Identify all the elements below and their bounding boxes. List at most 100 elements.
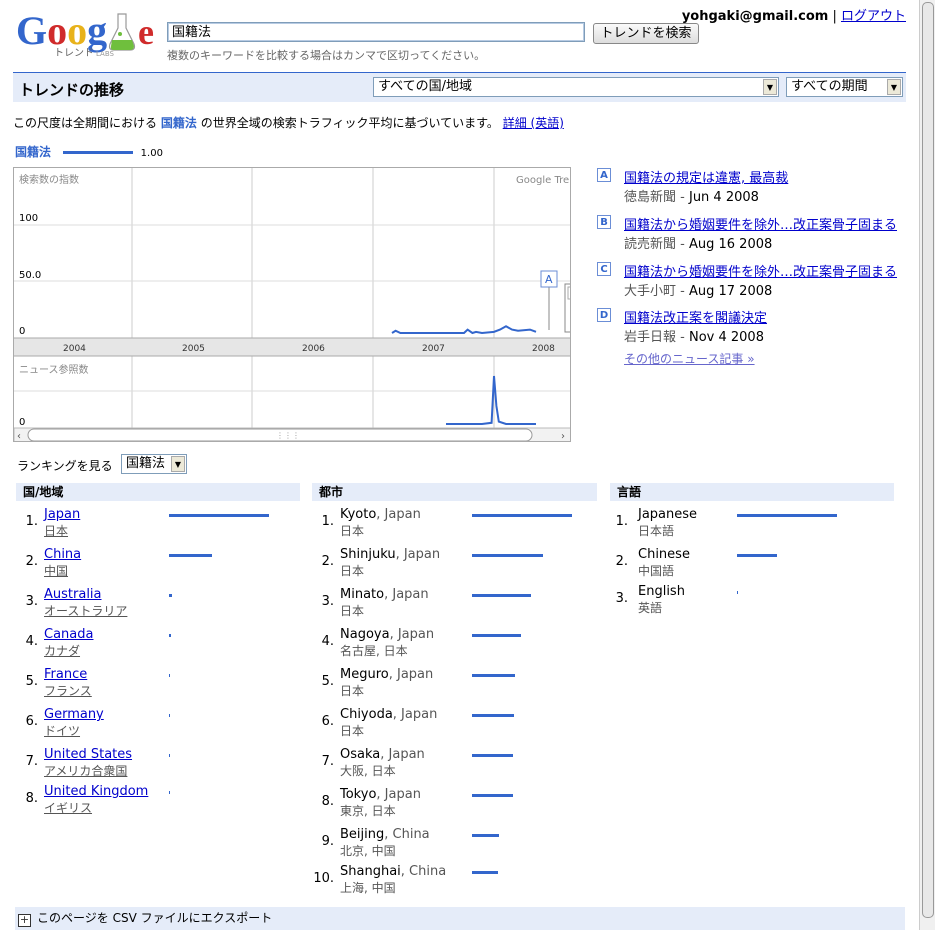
city-country: , Japan <box>376 787 421 802</box>
ranking-select[interactable]: 国籍法 ▼ <box>121 454 187 474</box>
news-date: Aug 17 2008 <box>688 284 773 299</box>
region-select-value: すべての国/地域 <box>378 79 472 94</box>
language-row: 3. English 英語 <box>610 584 890 618</box>
region-sub-link[interactable]: フランス <box>44 682 92 699</box>
news-marker-stack[interactable] <box>564 283 571 333</box>
city-row: 4. Nagoya, Japan 名古屋, 日本 <box>312 627 592 661</box>
region-name-link[interactable]: United States <box>44 747 132 762</box>
rank-number: 5. <box>25 674 38 689</box>
region-row: 3. Australia オーストラリア <box>16 587 296 621</box>
city-row: 1. Kyoto, Japan 日本 <box>312 507 592 541</box>
city-country: , Japan <box>392 707 438 722</box>
region-name-link[interactable]: France <box>44 667 87 682</box>
city-country: , China <box>384 827 430 842</box>
city-volume-bar <box>472 714 514 717</box>
period-select[interactable]: すべての期間 ▼ <box>786 77 903 97</box>
rank-number: 4. <box>321 634 334 649</box>
region-sub-link[interactable]: アメリカ合衆国 <box>44 762 127 779</box>
city-country: , Japan <box>388 667 434 682</box>
news-headline-link[interactable]: 国籍法の規定は違憲, 最高裁 <box>624 167 788 186</box>
language-sub: 日本語 <box>638 524 675 538</box>
city-label: Chiyoda <box>340 707 393 722</box>
city-label: Nagoya <box>340 627 390 642</box>
logout-link[interactable]: ログアウト <box>841 9 906 24</box>
city-name: Osaka, Japan <box>340 747 425 762</box>
city-name: Meguro, Japan <box>340 667 433 682</box>
city-label: Beijing <box>340 827 385 842</box>
page-scrollbar[interactable] <box>919 0 935 930</box>
region-row: 6. Germany ドイツ <box>16 707 296 741</box>
csv-export-bar[interactable]: + このページを CSV ファイルにエクスポート <box>15 907 905 930</box>
x-year-label: 2004 <box>63 344 86 354</box>
city-sub: 日本 <box>340 564 365 578</box>
news-date: Aug 16 2008 <box>688 237 773 252</box>
scrollbar-thumb[interactable] <box>922 2 934 918</box>
x-year-label: 2007 <box>422 344 445 354</box>
description-suffix: の世界全域の検索トラフィック平均に基づいています。 <box>200 116 499 130</box>
city-label: Shinjuku <box>340 547 396 562</box>
news-headline-link[interactable]: 国籍法改正案を閣議決定 <box>624 307 767 326</box>
news-headline-link[interactable]: 国籍法から婚姻要件を除外…改正案骨子固まる <box>624 214 897 233</box>
region-name-link[interactable]: Australia <box>44 587 102 602</box>
region-sub-link[interactable]: イギリス <box>44 799 92 816</box>
city-name: Chiyoda, Japan <box>340 707 437 722</box>
city-volume-bar <box>472 794 513 797</box>
region-row: 4. Canada カナダ <box>16 627 296 661</box>
trends-chart-svg: 検索数の指数 Google Tren 100 50.0 0 2004 2005 20… <box>14 168 571 442</box>
region-select[interactable]: すべての国/地域 ▼ <box>373 77 779 97</box>
x-year-label: 2005 <box>182 344 205 354</box>
more-news-link[interactable]: その他のニュース記事 » <box>624 350 755 367</box>
news-date: Nov 4 2008 <box>688 330 764 345</box>
city-volume-bar <box>472 594 531 597</box>
region-name-link[interactable]: China <box>44 547 81 562</box>
region-sub-link[interactable]: 中国 <box>44 562 68 579</box>
news-source-name: 徳島新聞 <box>624 190 677 205</box>
language-volume-bar <box>737 514 837 517</box>
chart-scrollbar[interactable]: ‹ › ⋮⋮⋮ <box>14 427 571 442</box>
city-sub: 北京, 中国 <box>340 844 396 858</box>
city-volume-bar <box>472 834 499 837</box>
logo-graphic: Goog e トレンド LABS <box>16 8 154 59</box>
dropdown-arrow-icon: ▼ <box>171 456 185 472</box>
language-sub: 中国語 <box>638 564 675 578</box>
region-sub-link[interactable]: カナダ <box>44 642 80 659</box>
region-row: 2. China 中国 <box>16 547 296 581</box>
region-name-link[interactable]: Germany <box>44 707 104 722</box>
news-marker-letter: A <box>545 273 553 286</box>
expand-plus-icon[interactable]: + <box>18 914 31 927</box>
city-row: 6. Chiyoda, Japan 日本 <box>312 707 592 741</box>
city-country: , Japan <box>384 587 429 602</box>
news-letter-icon[interactable]: B <box>597 215 611 229</box>
region-name-link[interactable]: Japan <box>44 507 80 522</box>
city-row: 8. Tokyo, Japan 東京, 日本 <box>312 787 592 821</box>
region-row: 5. France フランス <box>16 667 296 701</box>
rank-number: 6. <box>25 714 38 729</box>
region-sub-link[interactable]: 日本 <box>44 522 68 539</box>
x-year-label: 2006 <box>302 344 325 354</box>
city-volume-bar <box>472 871 498 874</box>
region-name-link[interactable]: Canada <box>44 627 93 642</box>
chart-legend: 国籍法 1.00 <box>15 143 163 160</box>
google-trends-logo[interactable]: Goog e トレンド LABS <box>14 6 159 61</box>
trends-chart[interactable]: 検索数の指数 Google Tren 100 50.0 0 2004 2005 20… <box>13 167 571 442</box>
trends-title-bar: トレンドの推移 すべての国/地域 ▼ すべての期間 ▼ <box>13 72 906 102</box>
details-link[interactable]: 詳細 (英語) <box>503 116 564 130</box>
region-name-link[interactable]: United Kingdom <box>44 784 148 799</box>
rank-number: 8. <box>321 794 334 809</box>
city-name: Shinjuku, Japan <box>340 547 440 562</box>
search-input[interactable]: 国籍法 <box>167 22 585 42</box>
svg-text:‹: ‹ <box>17 431 21 442</box>
language-name: Japanese <box>638 507 698 522</box>
news-source: 読売新聞 - Aug 16 2008 <box>624 237 773 252</box>
city-volume-bar <box>472 754 513 757</box>
city-sub: 名古屋, 日本 <box>340 644 408 658</box>
news-letter-icon[interactable]: A <box>597 168 611 182</box>
news-headline-link[interactable]: 国籍法から婚姻要件を除外…改正案骨子固まる <box>624 261 897 280</box>
news-letter-icon[interactable]: C <box>597 262 611 276</box>
city-row: 2. Shinjuku, Japan 日本 <box>312 547 592 581</box>
region-sub-link[interactable]: ドイツ <box>44 722 80 739</box>
search-trends-button[interactable]: トレンドを検索 <box>593 23 699 44</box>
region-sub-link[interactable]: オーストラリア <box>44 602 127 619</box>
news-letter-icon[interactable]: D <box>597 308 611 322</box>
news-source-name: 読売新聞 <box>624 237 677 252</box>
